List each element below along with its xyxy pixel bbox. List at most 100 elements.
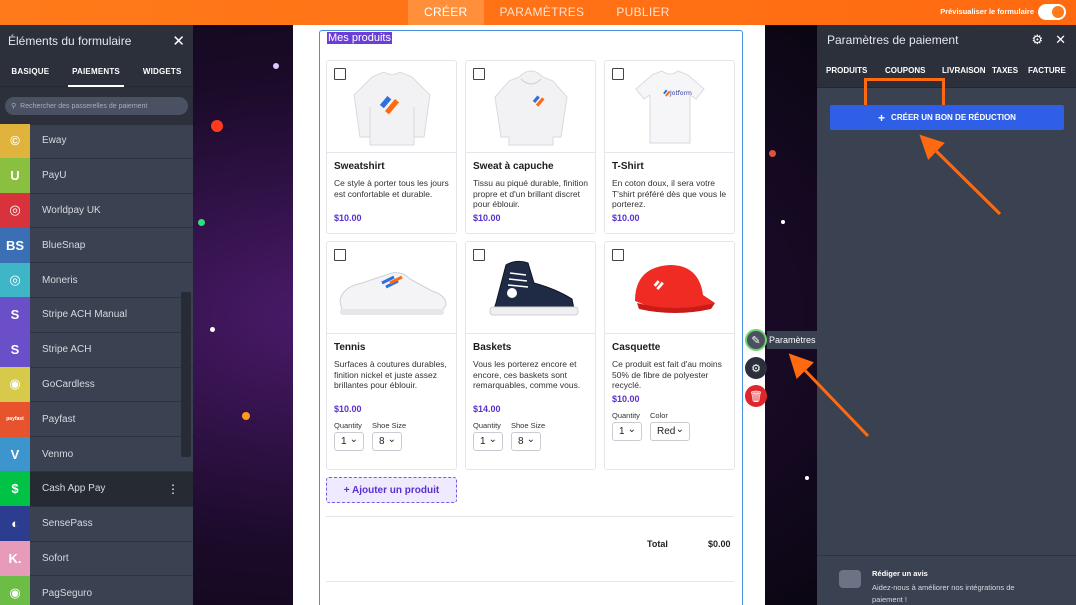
product-image (327, 242, 456, 334)
preview-toggle[interactable] (1038, 4, 1066, 20)
gateway-item[interactable]: ◎ Worldpay UK (0, 193, 193, 229)
gateway-item-label: SensePass (42, 518, 93, 530)
divider (326, 581, 734, 582)
close-icon[interactable]: ✕ (1055, 32, 1066, 48)
product-name: Casquette (612, 342, 661, 353)
product-list-title[interactable]: Mes produits (327, 32, 392, 44)
trash-icon[interactable]: 🗑 (745, 385, 767, 407)
gateway-item-label: Venmo (42, 448, 74, 460)
gateway-item[interactable]: ◉ GoCardless (0, 367, 193, 403)
product-checkbox[interactable] (612, 249, 624, 261)
stripe-ach-icon: S (0, 332, 30, 368)
payment-settings-title: Paramètres de paiement (827, 33, 959, 47)
venmo-icon: V (0, 436, 30, 472)
gateway-item[interactable]: ◉ PagSeguro (0, 575, 193, 605)
gateway-item[interactable]: S Stripe ACH Manual (0, 297, 193, 333)
nav-create[interactable]: CRÉER (408, 0, 484, 25)
create-coupon-button[interactable]: + CRÉER UN BON DE RÉDUCTION (830, 105, 1064, 130)
tab-basic[interactable]: BASIQUE (7, 57, 53, 87)
preview-label: Prévisualiser le formulaire (940, 7, 1034, 16)
product-card-baskets[interactable]: Baskets Vous les porterez encore et encor… (465, 241, 596, 470)
product-checkbox[interactable] (334, 249, 346, 261)
product-checkbox[interactable] (473, 249, 485, 261)
sensepass-icon: ◐ (0, 506, 30, 542)
product-description: Surfaces à coutures durables, finition n… (334, 359, 447, 390)
product-price: $10.00 (334, 212, 362, 223)
option-select[interactable]: Red (650, 421, 690, 441)
search-icon: ⚲ (11, 103, 17, 110)
divider (326, 516, 734, 517)
option-select[interactable]: 8 (511, 432, 541, 451)
gateway-item[interactable]: ◎ Moneris (0, 262, 193, 298)
tab-products[interactable]: PRODUITS (826, 66, 867, 75)
product-checkbox[interactable] (334, 68, 346, 80)
close-icon[interactable]: ✕ (172, 32, 185, 50)
product-image (466, 242, 595, 334)
product-card-tennis[interactable]: Tennis Surfaces à coutures durables, fini… (326, 241, 457, 470)
tab-invoice[interactable]: FACTURE (1028, 66, 1066, 75)
eway-icon: © (0, 123, 30, 159)
tab-coupons[interactable]: COUPONS (885, 66, 925, 75)
gateway-item[interactable]: V Venmo (0, 436, 193, 472)
product-checkbox[interactable] (473, 68, 485, 80)
product-card-sweatshirt[interactable]: Sweatshirt Ce style à porter tous les jou… (326, 60, 457, 234)
total-value: $0.00 (708, 539, 731, 549)
option-select[interactable]: 1 (612, 421, 642, 441)
tab-payments[interactable]: PAIEMENTS (68, 57, 124, 87)
main-nav: CRÉER PARAMÈTRES PUBLIER (408, 0, 686, 25)
gateway-item[interactable]: $ Cash App Pay ⋮ (0, 471, 193, 507)
gateway-item[interactable]: © Eway (0, 123, 193, 159)
product-list-field[interactable]: Mes produits + Ajouter un produit Total … (319, 30, 743, 605)
gateway-search: ⚲ Rechercher des passerelles de paiement (0, 87, 193, 125)
review-box[interactable]: Rédiger un avis Aidez-nous à améliorer n… (817, 555, 1076, 605)
product-price: $10.00 (612, 393, 640, 404)
gocardless-icon: ◉ (0, 367, 30, 402)
product-card-cap[interactable]: Casquette Ce produit est fait d'au moins … (604, 241, 735, 470)
product-card-tshirt[interactable]: Jotform T-Shirt En coton doux, il sera vot… (604, 60, 735, 234)
product-name: Sweatshirt (334, 161, 385, 172)
gateway-item-label: PagSeguro (42, 587, 93, 599)
option-label: Color (650, 410, 668, 420)
gateway-item[interactable]: U PayU (0, 158, 193, 194)
gateway-item[interactable]: S Stripe ACH (0, 332, 193, 368)
gear-icon[interactable]: ⚙ (1031, 32, 1043, 48)
form-elements-title: Éléments du formulaire (8, 34, 132, 48)
payment-settings-panel: Paramètres de paiement ⚙ ✕ PRODUITS COUP… (817, 25, 1076, 605)
tab-shipping[interactable]: LIVRAISON (942, 66, 986, 75)
product-description: Ce style à porter tous les jours est con… (334, 178, 449, 199)
nav-settings[interactable]: PARAMÈTRES (484, 0, 601, 25)
gateway-item-label: BlueSnap (42, 239, 86, 251)
gateway-item-label: Sofort (42, 552, 69, 564)
review-title: Rédiger un avis (872, 569, 928, 578)
gateway-search-input[interactable]: ⚲ Rechercher des passerelles de paiement (5, 97, 188, 115)
decor-dot (211, 120, 223, 132)
tab-taxes[interactable]: TAXES (992, 66, 1018, 75)
nav-publish[interactable]: PUBLIER (600, 0, 685, 25)
plus-icon: + (878, 110, 886, 125)
option-select[interactable]: 1 (334, 432, 364, 451)
product-price: $10.00 (473, 212, 501, 223)
option-select[interactable]: 8 (372, 432, 402, 451)
moneris-icon: ◎ (0, 262, 30, 298)
product-name: T-Shirt (612, 161, 644, 172)
option-label: Shoe Size (511, 421, 546, 430)
product-description: Vous les porterez encore et encore, ces … (473, 359, 581, 390)
gateway-item[interactable]: BS BlueSnap (0, 227, 193, 264)
option-select[interactable]: 1 (473, 432, 503, 451)
gateway-item-label: GoCardless (42, 378, 95, 390)
product-checkbox[interactable] (612, 68, 624, 80)
product-image (327, 61, 456, 153)
gateway-item[interactable]: payfast Payfast (0, 401, 193, 438)
product-card-hoodie[interactable]: Sweat à capuche Tissu au piqué durable, f… (465, 60, 596, 234)
gear-icon[interactable]: ⚙ (745, 357, 767, 379)
pagseguro-icon: ◉ (0, 575, 30, 605)
tab-widgets[interactable]: WIDGETS (139, 57, 186, 87)
wand-tool-button[interactable]: ✎ (745, 329, 767, 351)
gateway-item[interactable]: ◐ SensePass (0, 506, 193, 542)
gateway-list-scrollbar[interactable] (181, 292, 191, 457)
gateway-item-label: PayU (42, 170, 67, 182)
payu-icon: U (0, 158, 30, 194)
gateway-item[interactable]: K. Sofort (0, 541, 193, 577)
more-options-icon[interactable]: ⋮ (167, 482, 179, 496)
add-product-button[interactable]: + Ajouter un produit (326, 477, 457, 503)
